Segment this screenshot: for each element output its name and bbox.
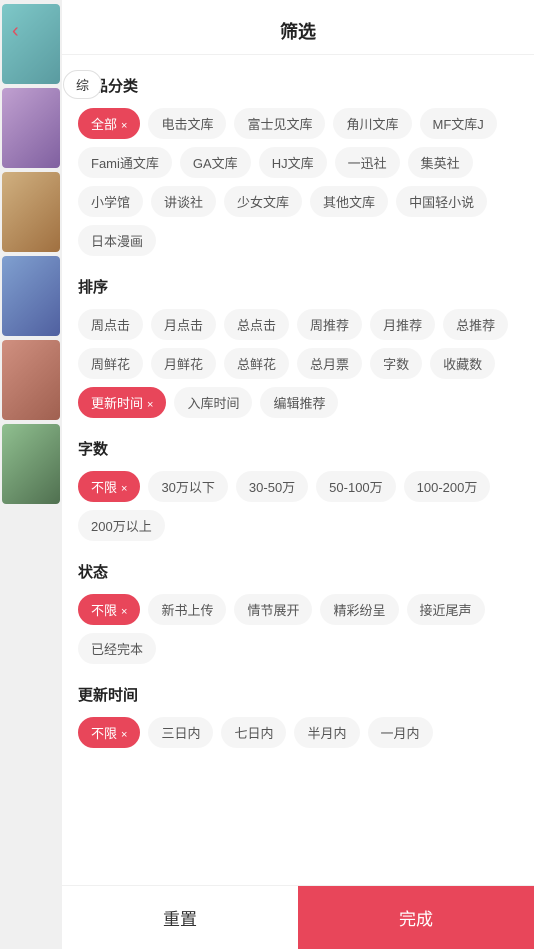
tag-sort-tags-0[interactable]: 周点击: [78, 309, 143, 340]
section-title-word-count: 字数: [78, 438, 518, 459]
close-icon[interactable]: ×: [121, 483, 127, 495]
tag-update-time-tags-3[interactable]: 半月内: [294, 717, 359, 748]
tag-category-tags-0[interactable]: 全部×: [78, 108, 140, 139]
sidebar-thumb-1: [2, 4, 60, 84]
tag-word-count-tags-1[interactable]: 30万以下: [148, 471, 227, 502]
panel-body: 作品分类 全部× 电击文库富士见文库角川文库 MF文库J Fami通文库 GA文库 HJ文…: [62, 55, 534, 949]
section-title-update-time: 更新时间: [78, 684, 518, 705]
reset-button[interactable]: 重置: [62, 886, 298, 949]
status-tags: 不限× 新书上传情节展开精彩纷呈接近尾声已经完本: [78, 594, 518, 664]
section-update-time: 更新时间 不限× 三日内七日内半月内一月内: [78, 684, 518, 748]
sort-tags: 周点击月点击总点击周推荐月推荐总推荐周鲜花月鲜花总鲜花总月票字数收藏数更新时间×…: [78, 309, 518, 418]
tag-sort-tags-4[interactable]: 月推荐: [370, 309, 435, 340]
filter-panel: 筛选 作品分类 全部× 电击文库富士见文库角川文库 MF文库J Fami通文库 GA文库…: [62, 0, 534, 949]
tag-category-tags-2[interactable]: 富士见文库: [234, 108, 325, 139]
sidebar-thumb-6: [2, 424, 60, 504]
confirm-button[interactable]: 完成: [298, 886, 534, 949]
panel-title: 筛选: [62, 0, 534, 55]
tag-update-time-tags-0[interactable]: 不限×: [78, 717, 140, 748]
tag-category-tags-5[interactable]: Fami通文库: [78, 147, 172, 178]
tag-word-count-tags-4[interactable]: 100-200万: [404, 471, 491, 502]
section-word-count: 字数 不限× 30万以下 30-50万 50-100万 100-200万 200万以上: [78, 438, 518, 541]
tag-word-count-tags-5[interactable]: 200万以上: [78, 510, 165, 541]
tag-category-tags-6[interactable]: GA文库: [180, 147, 251, 178]
tag-word-count-tags-2[interactable]: 30-50万: [236, 471, 308, 502]
tag-sort-tags-8[interactable]: 总鲜花: [224, 348, 289, 379]
section-title-sort: 排序: [78, 276, 518, 297]
close-icon[interactable]: ×: [121, 606, 127, 618]
tag-sort-tags-7[interactable]: 月鲜花: [151, 348, 216, 379]
tag-sort-tags-10[interactable]: 字数: [370, 348, 422, 379]
section-category: 作品分类 全部× 电击文库富士见文库角川文库 MF文库J Fami通文库 GA文库 HJ文…: [78, 75, 518, 256]
section-title-category: 作品分类: [78, 75, 518, 96]
tag-status-tags-3[interactable]: 精彩纷呈: [320, 594, 398, 625]
tag-sort-tags-5[interactable]: 总推荐: [443, 309, 508, 340]
tag-category-tags-11[interactable]: 讲谈社: [151, 186, 216, 217]
section-status: 状态 不限× 新书上传情节展开精彩纷呈接近尾声已经完本: [78, 561, 518, 664]
sidebar-thumb-2: [2, 88, 60, 168]
back-button[interactable]: ‹: [12, 20, 19, 43]
tag-sort-tags-9[interactable]: 总月票: [297, 348, 362, 379]
tag-status-tags-5[interactable]: 已经完本: [78, 633, 156, 664]
tab-综合[interactable]: 综: [63, 70, 102, 99]
section-sort: 排序 周点击月点击总点击周推荐月推荐总推荐周鲜花月鲜花总鲜花总月票字数收藏数更新…: [78, 276, 518, 418]
sidebar-thumb-4: [2, 256, 60, 336]
tag-category-tags-10[interactable]: 小学馆: [78, 186, 143, 217]
tag-category-tags-13[interactable]: 其他文库: [310, 186, 388, 217]
tag-sort-tags-2[interactable]: 总点击: [224, 309, 289, 340]
update-time-tags: 不限× 三日内七日内半月内一月内: [78, 717, 518, 748]
tag-status-tags-1[interactable]: 新书上传: [148, 594, 226, 625]
tag-sort-tags-12[interactable]: 更新时间×: [78, 387, 166, 418]
category-tags: 全部× 电击文库富士见文库角川文库 MF文库J Fami通文库 GA文库 HJ文库一迅社集…: [78, 108, 518, 256]
word-count-tags: 不限× 30万以下 30-50万 50-100万 100-200万 200万以上: [78, 471, 518, 541]
tag-update-time-tags-4[interactable]: 一月内: [368, 717, 433, 748]
tag-sort-tags-6[interactable]: 周鲜花: [78, 348, 143, 379]
tag-status-tags-4[interactable]: 接近尾声: [407, 594, 485, 625]
tag-word-count-tags-0[interactable]: 不限×: [78, 471, 140, 502]
close-icon[interactable]: ×: [121, 120, 127, 132]
panel-footer: 重置 完成: [62, 885, 534, 949]
background-sidebar: [0, 0, 62, 949]
section-title-status: 状态: [78, 561, 518, 582]
tag-sort-tags-3[interactable]: 周推荐: [297, 309, 362, 340]
tag-category-tags-1[interactable]: 电击文库: [148, 108, 226, 139]
sidebar-thumb-3: [2, 172, 60, 252]
tag-status-tags-2[interactable]: 情节展开: [234, 594, 312, 625]
tag-update-time-tags-2[interactable]: 七日内: [221, 717, 286, 748]
tag-word-count-tags-3[interactable]: 50-100万: [316, 471, 395, 502]
tag-status-tags-0[interactable]: 不限×: [78, 594, 140, 625]
tag-category-tags-7[interactable]: HJ文库: [259, 147, 327, 178]
sidebar-thumb-5: [2, 340, 60, 420]
tag-sort-tags-14[interactable]: 编辑推荐: [260, 387, 338, 418]
tag-category-tags-4[interactable]: MF文库J: [420, 108, 497, 139]
tag-category-tags-3[interactable]: 角川文库: [333, 108, 411, 139]
tag-category-tags-15[interactable]: 日本漫画: [78, 225, 156, 256]
tag-update-time-tags-1[interactable]: 三日内: [148, 717, 213, 748]
tag-category-tags-9[interactable]: 集英社: [408, 147, 473, 178]
close-icon[interactable]: ×: [121, 729, 127, 741]
tag-category-tags-14[interactable]: 中国轻小说: [396, 186, 487, 217]
tag-category-tags-12[interactable]: 少女文库: [224, 186, 302, 217]
close-icon[interactable]: ×: [147, 399, 153, 411]
tag-sort-tags-13[interactable]: 入库时间: [174, 387, 252, 418]
tag-sort-tags-11[interactable]: 收藏数: [430, 348, 495, 379]
tag-sort-tags-1[interactable]: 月点击: [151, 309, 216, 340]
tag-category-tags-8[interactable]: 一迅社: [335, 147, 400, 178]
